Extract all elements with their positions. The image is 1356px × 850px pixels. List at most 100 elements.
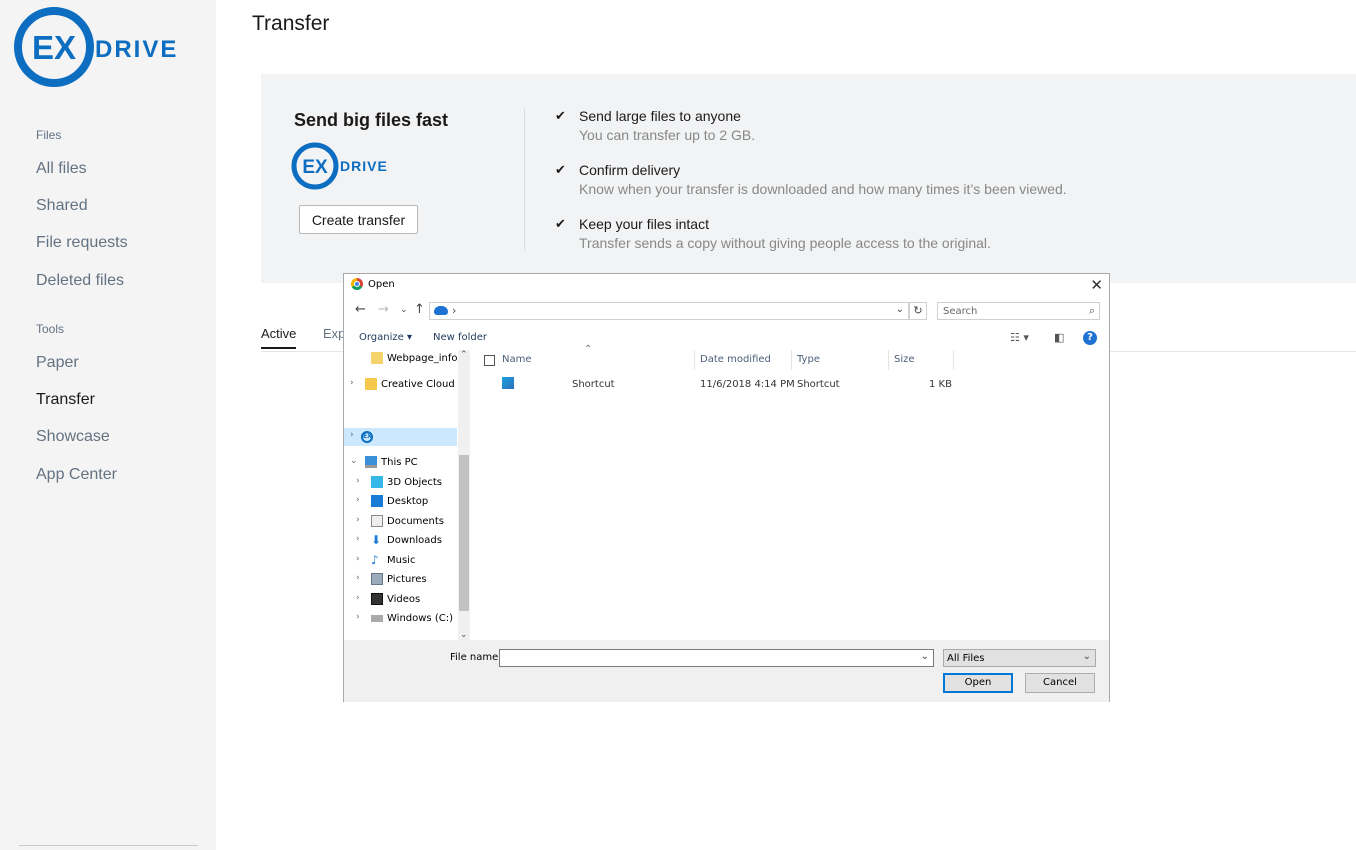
navigation-scrollbar[interactable]: ⌃ ⌄ [458, 350, 470, 640]
documents-icon [371, 515, 383, 527]
chevron-right-icon[interactable]: › [356, 612, 360, 622]
column-header-name[interactable]: Name [502, 354, 532, 365]
feature-desc: Know when your transfer is downloaded an… [579, 181, 1067, 197]
tree-item[interactable]: › Creative Cloud Fil [344, 376, 457, 394]
view-options-icon[interactable]: ☷ ▾ [1010, 331, 1029, 344]
drive-icon [371, 615, 383, 622]
address-bar[interactable]: › ⌄ [429, 302, 909, 320]
tree-item[interactable]: › 3D Objects [344, 474, 457, 492]
column-divider[interactable] [953, 350, 954, 370]
tree-item-this-pc[interactable]: ⌄ This PC [344, 454, 457, 472]
close-icon[interactable]: ✕ [1090, 276, 1103, 294]
forward-arrow-icon[interactable]: → [378, 302, 389, 317]
chevron-right-icon[interactable]: › [356, 573, 360, 583]
file-date: 11/6/2018 4:14 PM [700, 379, 795, 390]
chevron-down-icon[interactable]: ⌄ [350, 456, 358, 466]
sidebar-item-paper[interactable]: Paper [36, 354, 79, 372]
sidebar-item-showcase[interactable]: Showcase [36, 428, 110, 446]
desktop-icon [371, 495, 383, 507]
3d-objects-icon [371, 476, 383, 488]
tree-item[interactable]: › Documents [344, 513, 457, 531]
tree-item[interactable]: › Desktop [344, 493, 457, 511]
chevron-right-icon[interactable]: › [356, 554, 360, 564]
dialog-title: Open [368, 279, 395, 290]
chevron-right-icon[interactable]: › [350, 378, 354, 388]
new-folder-button[interactable]: New folder [433, 332, 487, 343]
check-icon: ✔ [555, 108, 566, 123]
feature-title: Keep your files intact [579, 216, 709, 232]
logo-mark: EX [32, 29, 76, 66]
sidebar: EX DRIVE Files All files Shared File req… [0, 0, 216, 850]
organize-button[interactable]: Organize ▾ [359, 332, 412, 343]
chevron-right-icon[interactable]: › [356, 476, 360, 486]
sidebar-item-app-center[interactable]: App Center [36, 466, 117, 484]
sidebar-item-all-files[interactable]: All files [36, 160, 87, 178]
cancel-button[interactable]: Cancel [1025, 673, 1095, 693]
banner-divider [524, 108, 525, 251]
column-divider[interactable] [888, 350, 889, 370]
sidebar-item-file-requests[interactable]: File requests [36, 234, 128, 252]
tree-item[interactable]: › Pictures [344, 571, 457, 589]
path-separator-icon: › [452, 304, 457, 317]
exdrive-logo[interactable]: EX DRIVE [13, 6, 193, 90]
tree-item-selected[interactable]: › EX [344, 428, 457, 446]
column-header-date[interactable]: Date modified [700, 354, 771, 365]
feature-desc: Transfer sends a copy without giving peo… [579, 235, 991, 251]
dialog-titlebar[interactable]: Open ✕ [344, 274, 1109, 296]
banner-title: Send big files fast [294, 110, 449, 130]
column-header-type[interactable]: Type [797, 354, 820, 365]
check-icon: ✔ [555, 216, 566, 231]
search-box[interactable]: ⌕ [937, 302, 1100, 320]
chrome-icon [351, 278, 363, 290]
help-icon[interactable]: ? [1083, 331, 1097, 345]
tools-heading: Tools [36, 322, 65, 336]
exdrive-icon: EX [361, 431, 373, 443]
file-name: Shortcut [572, 379, 615, 390]
open-button[interactable]: Open [943, 673, 1013, 693]
create-transfer-button[interactable]: Create transfer [299, 205, 418, 234]
sidebar-item-deleted-files[interactable]: Deleted files [36, 272, 124, 290]
videos-icon [371, 593, 383, 605]
chevron-right-icon[interactable]: › [356, 534, 360, 544]
file-type-select[interactable]: All Files ⌄ [943, 649, 1096, 667]
sidebar-item-shared[interactable]: Shared [36, 197, 88, 215]
logo-word: DRIVE [95, 36, 178, 63]
column-divider[interactable] [694, 350, 695, 370]
chevron-down-icon[interactable]: ⌄ [1083, 651, 1091, 662]
preview-pane-icon[interactable]: ◧ [1054, 331, 1064, 344]
refresh-icon[interactable]: ↻ [909, 302, 927, 320]
scroll-up-icon[interactable]: ⌃ [460, 350, 468, 360]
chevron-down-icon[interactable]: ⌄ [896, 304, 904, 315]
tree-item[interactable]: › ♪ Music [344, 552, 457, 570]
files-heading: Files [36, 128, 62, 142]
recent-locations-chevron-icon[interactable]: ⌄ [400, 305, 408, 315]
feature-title: Send large files to anyone [579, 108, 741, 124]
open-file-dialog: Open ✕ ← → ⌄ ↑ › ⌄ ↻ ⌕ Organize ▾ New fo… [343, 273, 1110, 702]
feature-desc: You can transfer up to 2 GB. [579, 127, 756, 143]
column-header-size[interactable]: Size [894, 354, 915, 365]
page-title: Transfer [252, 12, 330, 35]
svg-text:EX: EX [302, 157, 328, 178]
column-divider[interactable] [791, 350, 792, 370]
tree-item[interactable]: › ⬇ Downloads [344, 532, 457, 550]
scrollbar-thumb[interactable] [459, 455, 469, 611]
chevron-right-icon[interactable]: › [356, 515, 360, 525]
tab-active[interactable]: Active [261, 326, 297, 349]
tree-item[interactable]: › Windows (C:) [344, 610, 457, 628]
chevron-right-icon[interactable]: › [356, 593, 360, 603]
select-all-checkbox[interactable] [484, 355, 495, 366]
search-input[interactable] [938, 303, 1078, 319]
chevron-down-icon[interactable]: ⌄ [921, 651, 929, 662]
chevron-right-icon[interactable]: › [350, 430, 354, 440]
back-arrow-icon[interactable]: ← [355, 302, 366, 317]
up-arrow-icon[interactable]: ↑ [414, 302, 425, 317]
sidebar-item-transfer[interactable]: Transfer [36, 391, 95, 409]
search-icon: ⌕ [1088, 304, 1095, 317]
scroll-down-icon[interactable]: ⌄ [460, 630, 468, 640]
music-icon: ♪ [371, 553, 379, 567]
file-name-input[interactable]: ⌄ [499, 649, 934, 667]
dialog-toolbar: Organize ▾ New folder ☷ ▾ ◧ ? [344, 326, 1109, 350]
tree-item[interactable]: Webpage_info_f [344, 350, 457, 368]
tree-item[interactable]: › Videos [344, 591, 457, 609]
chevron-right-icon[interactable]: › [356, 495, 360, 505]
